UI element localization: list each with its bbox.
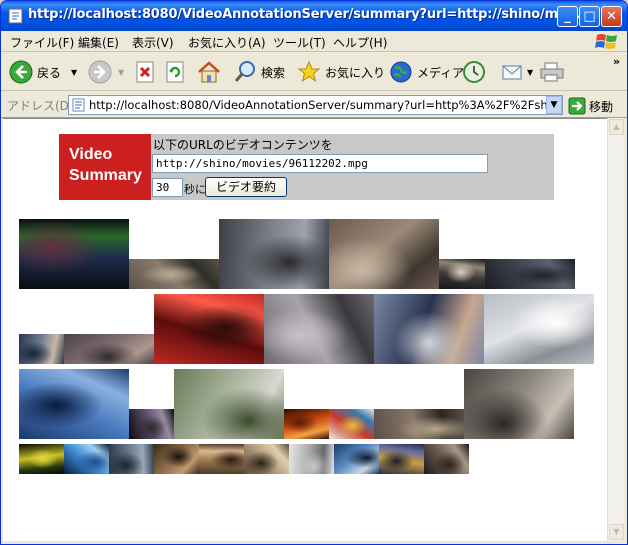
search-icon — [234, 61, 255, 82]
video-url-input[interactable] — [152, 154, 488, 173]
toolbar: 戻る ▼ ▼ 検索 お気に入り メディア ▼ » — [1, 53, 627, 91]
thumb-cyclists — [174, 369, 284, 439]
history-clock-icon — [463, 61, 485, 83]
thumb-strip-1 — [109, 444, 154, 474]
vertical-scrollbar[interactable]: ▲ ▼ — [607, 118, 624, 541]
forward-dropdown-icon[interactable]: ▼ — [118, 68, 124, 77]
seconds-suffix: 秒に — [184, 183, 206, 196]
print-button[interactable] — [539, 58, 565, 86]
page-content: Video Summary 以下のURLのビデオコンテンツを 秒に ビデオ要約 — [3, 118, 607, 541]
video-summary-logo: Video Summary — [59, 134, 151, 200]
menu-file[interactable]: ファイル(F) — [10, 34, 74, 51]
menu-view[interactable]: 表示(V) — [132, 34, 174, 51]
thumb-man-portrait-1 — [129, 259, 219, 289]
printer-icon — [540, 62, 564, 82]
maximize-button[interactable]: □ — [579, 6, 600, 27]
window-title: http://localhost:8080/VideoAnnotationSer… — [28, 7, 581, 22]
media-button[interactable]: メディア — [389, 58, 464, 86]
refresh-button[interactable] — [165, 58, 187, 86]
search-button[interactable]: 検索 — [233, 58, 285, 86]
minimize-button[interactable]: _ — [557, 6, 578, 27]
back-button[interactable]: 戻る ▼ — [9, 58, 77, 86]
thumb-blue-visual — [19, 369, 129, 439]
seconds-input[interactable] — [152, 178, 183, 197]
toolbar-more-chevron[interactable]: » — [613, 55, 620, 68]
thumb-strip-7 — [379, 444, 424, 474]
address-url: http://localhost:8080/VideoAnnotationSer… — [89, 98, 562, 112]
thumb-people-group — [64, 334, 154, 364]
address-label: アドレス(D) — [7, 99, 74, 113]
thumb-strip-5 — [289, 444, 334, 474]
stop-button[interactable] — [135, 58, 157, 86]
form-prompt: 以下のURLのビデオコンテンツを — [153, 138, 333, 152]
thumb-man-portrait-2 — [19, 334, 64, 364]
menu-edit[interactable]: 編集(E) — [78, 34, 119, 51]
thumb-lab-equipment — [264, 294, 374, 364]
mail-button[interactable]: ▼ — [501, 58, 533, 86]
thumb-fire-sim — [284, 409, 329, 439]
back-dropdown-icon[interactable]: ▼ — [71, 68, 77, 77]
home-icon — [198, 61, 220, 83]
address-bar: アドレス(D) http://localhost:8080/VideoAnnot… — [1, 92, 627, 118]
thumb-interview-man — [374, 294, 484, 364]
refresh-icon — [166, 61, 184, 83]
thumb-earth-map — [329, 409, 374, 439]
forward-arrow-icon — [88, 60, 112, 84]
thumb-studio-host — [19, 219, 129, 289]
address-input[interactable]: http://localhost:8080/VideoAnnotationSer… — [68, 95, 563, 115]
go-arrow-icon — [568, 97, 586, 115]
thumb-3d-field — [64, 444, 109, 474]
thumb-strip-4 — [244, 444, 289, 474]
thumb-speaker-podium — [439, 259, 485, 289]
thumb-lab-workers — [464, 369, 574, 439]
thumb-server-racks-red — [154, 294, 264, 364]
thumb-strip-3 — [199, 444, 244, 474]
page-icon — [72, 98, 85, 112]
thumb-helix — [129, 409, 174, 439]
favorites-button[interactable]: お気に入り — [297, 58, 385, 86]
mail-icon — [502, 65, 522, 80]
history-button[interactable] — [461, 58, 487, 86]
menu-tools[interactable]: ツール(T) — [273, 34, 326, 51]
summary-form: Video Summary 以下のURLのビデオコンテンツを 秒に ビデオ要約 — [59, 134, 554, 200]
scroll-up-icon[interactable]: ▲ — [609, 119, 624, 135]
ie-page-icon — [8, 8, 23, 24]
thumb-strip-2 — [154, 444, 199, 474]
thumb-people-lab — [219, 219, 329, 289]
thumb-audience — [485, 259, 575, 289]
browser-window: http://localhost:8080/VideoAnnotationSer… — [0, 0, 628, 545]
close-button[interactable]: ✕ — [601, 6, 622, 27]
thumb-tape-library — [329, 219, 439, 289]
forward-button[interactable]: ▼ — [88, 58, 124, 86]
home-button[interactable] — [196, 58, 222, 86]
address-dropdown-icon[interactable]: ▼ — [546, 96, 562, 114]
stop-icon — [136, 61, 154, 83]
back-arrow-icon — [9, 60, 33, 84]
media-globe-icon — [390, 61, 412, 83]
windows-logo-icon — [595, 34, 617, 49]
thumb-meeting — [374, 409, 464, 439]
menu-favorites[interactable]: お気に入り(A) — [188, 34, 266, 51]
thumb-computer-hall — [484, 294, 594, 364]
summarize-button[interactable]: ビデオ要約 — [205, 177, 287, 197]
scroll-down-icon[interactable]: ▼ — [609, 524, 624, 540]
menu-bar: ファイル(F) 編集(E) 表示(V) お気に入り(A) ツール(T) ヘルプ(… — [1, 31, 627, 52]
thumb-strip-8 — [424, 444, 469, 474]
mail-dropdown-icon[interactable]: ▼ — [527, 68, 533, 77]
title-bar[interactable]: http://localhost:8080/VideoAnnotationSer… — [1, 1, 627, 31]
menu-help[interactable]: ヘルプ(H) — [333, 34, 387, 51]
go-button[interactable]: 移動 — [568, 96, 613, 116]
thumb-strip-6 — [334, 444, 379, 474]
star-icon — [297, 60, 321, 83]
thumb-ring-visual — [19, 444, 64, 474]
